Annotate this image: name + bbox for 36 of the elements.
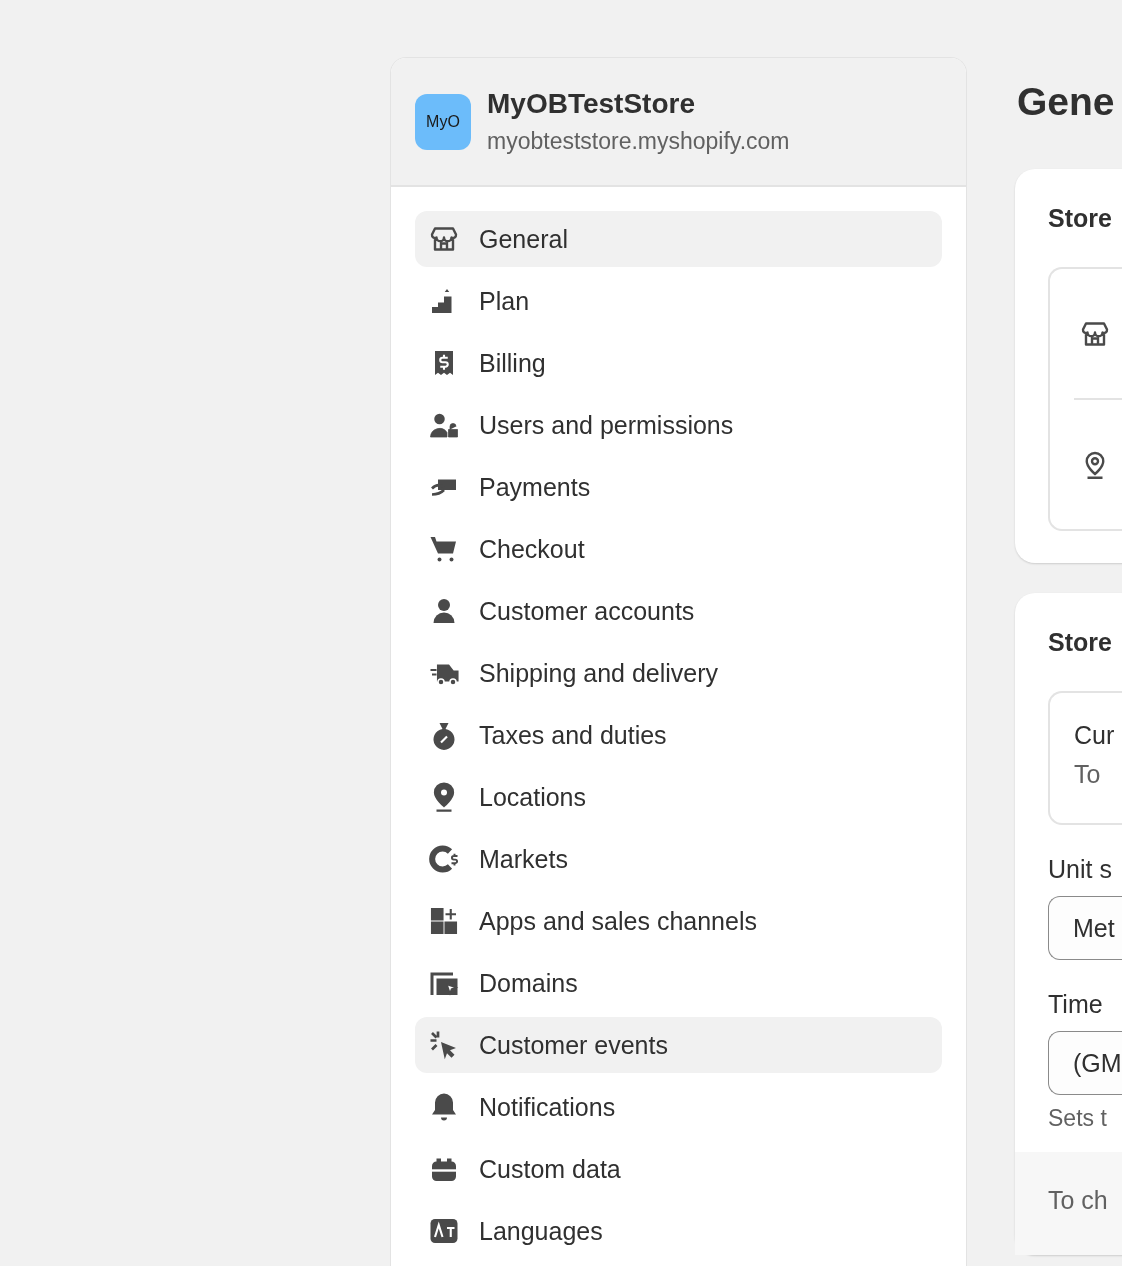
card-heading: Store <box>1048 203 1113 233</box>
unit-label: Unit s <box>1048 855 1113 884</box>
nav-item[interactable]: Taxes and duties <box>415 707 942 763</box>
nav-item[interactable]: Plan <box>415 273 942 329</box>
nav-item[interactable]: Customer accounts <box>415 583 942 639</box>
nav-item[interactable]: Custom data <box>415 1141 942 1197</box>
store-name: MyOBTestStore <box>487 88 696 120</box>
timezone-help: Sets t <box>1048 1105 1108 1132</box>
timezone-label: Time <box>1048 990 1104 1019</box>
bell-icon <box>429 1092 459 1122</box>
footer-text: To ch <box>1048 1186 1108 1214</box>
nav-item[interactable]: Users and permissions <box>415 397 942 453</box>
store-icon <box>429 224 459 254</box>
card-heading: Store <box>1048 627 1113 657</box>
nav-item[interactable]: Customer events <box>415 1017 942 1073</box>
nav-item[interactable]: Domains <box>415 955 942 1011</box>
nav-item[interactable]: Locations <box>415 769 942 825</box>
currency-text: To <box>1074 760 1102 789</box>
currency-title: Cur <box>1074 721 1116 750</box>
translate-icon <box>429 1216 459 1246</box>
timezone-select[interactable]: (GM <box>1048 1031 1122 1095</box>
nav-item[interactable]: Shipping and delivery <box>415 645 942 701</box>
page-title: Gene <box>1017 79 1116 125</box>
store-domain: myobteststore.myshopify.com <box>487 128 790 155</box>
nav-item[interactable]: Markets <box>415 831 942 887</box>
nav-item[interactable]: Apps and sales channels <box>415 893 942 949</box>
nav-item[interactable]: Notifications <box>415 1079 942 1135</box>
nav-item[interactable]: Payments <box>415 459 942 515</box>
cart-icon <box>429 534 459 564</box>
apps-icon <box>429 906 459 936</box>
nav-item[interactable]: Languages <box>415 1203 942 1259</box>
nav-item[interactable]: Billing <box>415 335 942 391</box>
nav-item[interactable]: General <box>415 211 942 267</box>
nav-item[interactable]: Checkout <box>415 521 942 577</box>
unit-select[interactable]: Met <box>1048 896 1122 960</box>
store-avatar: MyO <box>415 93 471 150</box>
